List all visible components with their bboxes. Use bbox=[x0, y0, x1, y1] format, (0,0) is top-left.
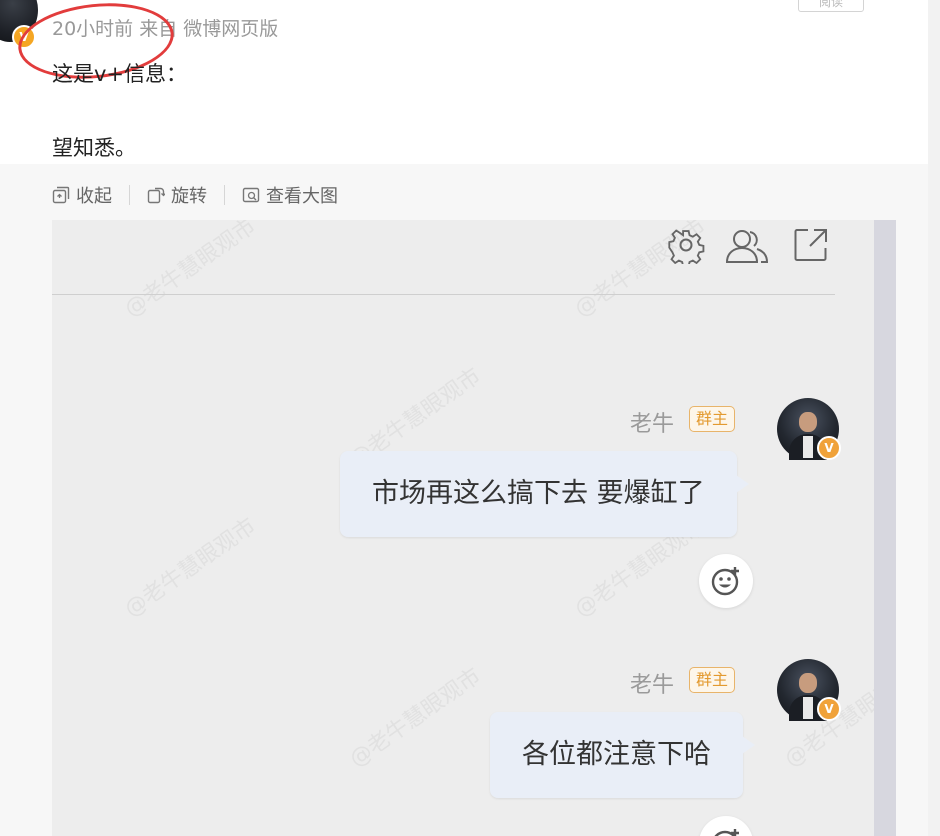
collapse-button[interactable]: 收起 bbox=[52, 182, 112, 208]
collapse-icon bbox=[52, 186, 70, 204]
view-large-icon bbox=[242, 187, 260, 203]
message-bubble[interactable]: 各位都注意下哈 bbox=[490, 712, 755, 798]
add-reaction-icon bbox=[714, 829, 739, 836]
rotate-icon bbox=[147, 187, 165, 204]
post-text-line-2: 望知悉。 bbox=[52, 136, 136, 160]
sender-name: 老牛 bbox=[630, 412, 675, 437]
message-bubble[interactable]: 市场再这么搞下去 要爆缸了 bbox=[340, 451, 749, 537]
toolbar-divider bbox=[224, 185, 225, 205]
group-owner-tag: 群主 bbox=[689, 667, 736, 693]
view-large-label: 查看大图 bbox=[266, 186, 338, 207]
verified-badge: V bbox=[817, 697, 841, 721]
image-toolbar: 收起 旋转 查看大图 bbox=[52, 181, 338, 209]
add-reaction-icon bbox=[711, 567, 739, 596]
post-source[interactable]: 微博网页版 bbox=[183, 18, 278, 40]
rotate-label: 旋转 bbox=[171, 186, 207, 207]
settings-icon[interactable] bbox=[667, 226, 705, 264]
scrollbar[interactable] bbox=[874, 220, 896, 836]
sender-avatar[interactable]: V bbox=[777, 398, 841, 460]
watermark: @老牛慧眼观市 bbox=[120, 513, 261, 623]
sender-avatar[interactable]: V bbox=[777, 659, 841, 721]
collapse-label: 收起 bbox=[76, 186, 112, 207]
watermark: @老牛慧眼观市 bbox=[345, 663, 486, 773]
page-edge bbox=[928, 0, 940, 836]
group-members-icon[interactable] bbox=[724, 226, 770, 266]
toolbar-divider bbox=[129, 185, 130, 205]
watermark: @老牛慧眼观市 bbox=[120, 220, 261, 323]
add-reaction-button[interactable] bbox=[699, 816, 753, 836]
header-divider bbox=[52, 294, 835, 295]
sender-name: 老牛 bbox=[630, 673, 675, 698]
follow-button[interactable]: 阅读 bbox=[798, 0, 864, 12]
share-out-icon[interactable] bbox=[792, 226, 830, 264]
view-large-button[interactable]: 查看大图 bbox=[242, 182, 338, 208]
rotate-button[interactable]: 旋转 bbox=[147, 182, 207, 208]
add-reaction-button[interactable] bbox=[699, 554, 753, 608]
post-text-line-1: 这是v+信息： bbox=[52, 62, 188, 86]
verified-badge: V bbox=[817, 436, 841, 460]
chat-screenshot[interactable]: @老牛慧眼观市 @老牛慧眼观市 @老牛慧眼观市 @老牛慧眼观市 @老牛慧眼观市 … bbox=[52, 220, 896, 836]
group-owner-tag: 群主 bbox=[689, 406, 736, 432]
